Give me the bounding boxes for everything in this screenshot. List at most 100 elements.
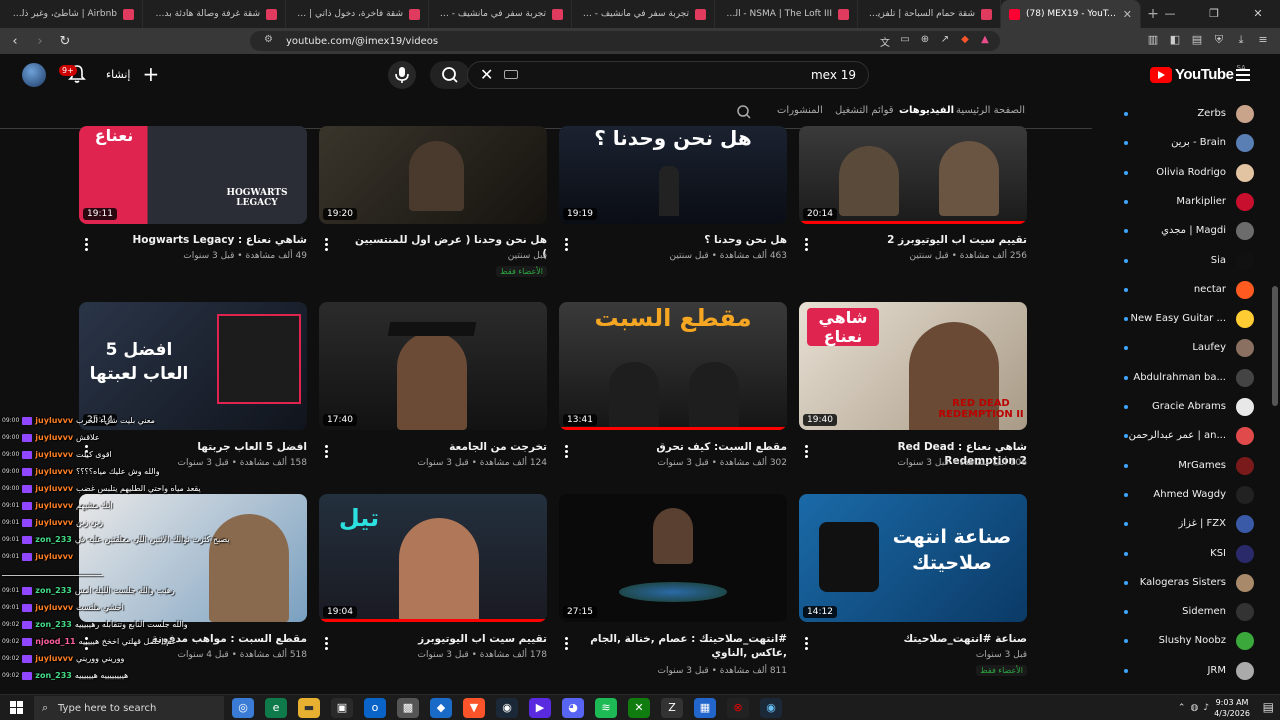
brave-shield-icon[interactable]: ◆ [958,34,972,48]
reload-icon[interactable]: ↻ [55,34,75,49]
video-thumbnail[interactable]: هل نحن وحدنا ؟ 19:19 [559,126,787,224]
app-icon[interactable]: ▩ [397,698,419,718]
network-icon[interactable]: ◍ [1190,703,1198,713]
url-field[interactable]: ⚙ youtube.com/@imex19/videos 文 ▭ ⊕ ↗ ◆ ▲ [250,31,1000,51]
rewards-icon[interactable]: ▲ [978,34,992,48]
subscription-item[interactable]: nectar [1100,276,1270,305]
browser-tab[interactable]: شقة غرفة وصالة هادئة بدخول ذاتي [143,0,286,28]
create-button[interactable]: إنشاء + [106,64,159,84]
more-actions-icon[interactable] [565,635,569,652]
back-icon[interactable]: ‹ [5,34,25,49]
youtube-logo[interactable]: YouTube SA [1150,64,1246,83]
outlook-icon[interactable]: o [364,698,386,718]
subscription-item[interactable]: Gracie Abrams [1100,393,1270,422]
maximize-icon[interactable]: ❐ [1192,0,1236,28]
brave-icon[interactable]: ▼ [463,698,485,718]
more-actions-icon[interactable] [85,236,89,253]
notification-center-icon[interactable]: ▤ [1263,700,1274,714]
file-explorer-icon[interactable]: ▬ [298,698,320,718]
video-title[interactable]: تقييم سيت اب اليوتيوبرز 2 [827,233,1027,247]
zoom-icon[interactable]: ⊕ [918,34,932,48]
keyboard-icon[interactable] [504,70,518,79]
subscription-item[interactable]: Zerbs [1100,100,1270,129]
browser-tab[interactable]: تجربة سفر في مانشيف - شقق... [572,0,715,28]
more-actions-icon[interactable] [805,443,809,460]
translate-icon[interactable]: 文 [878,34,892,49]
show-hidden-icons[interactable]: ⌃ [1178,703,1186,713]
video-title[interactable]: تقييم سيت اب اليوتيوبرز [347,632,547,646]
minimize-icon[interactable]: — [1148,0,1192,28]
video-card[interactable]: هل نحن وحدنا ؟ 19:19 هل نحن وحدنا ؟ 463 … [559,96,787,296]
subscription-item[interactable]: KSI [1100,540,1270,569]
video-thumbnail[interactable]: مقطع السبت 13:41 [559,302,787,430]
copilot-icon[interactable]: ◎ [232,698,254,718]
subscription-item[interactable]: MrGames [1100,452,1270,481]
video-thumbnail[interactable]: 19:20 [319,126,547,224]
taskbar-search-input[interactable]: ⌕ Type here to search [34,696,224,720]
browser-tab[interactable]: NSMA | The Loft III - الرياض و... [715,0,858,28]
account-avatar[interactable] [22,63,46,87]
video-card[interactable]: شاهي نعناع RED DEAD REDEMPTION II 19:40 … [799,302,1027,492]
steam-icon[interactable]: ◉ [760,698,782,718]
vpn-icon[interactable]: ⛨ [1212,33,1226,49]
site-info-icon[interactable]: ⚙ [264,34,278,48]
video-card[interactable]: 27:15 #انتهت_صلاحيتك : عصام ,خنالة ,الجا… [559,494,787,684]
xbox-icon[interactable]: ✕ [628,698,650,718]
voice-search-button[interactable] [388,61,416,89]
clear-search-icon[interactable]: ✕ [480,65,493,84]
capcut-icon[interactable]: ⊗ [727,698,749,718]
subscription-item[interactable]: Ahmed Wagdy [1100,481,1270,510]
subscription-item[interactable]: Laufey [1100,334,1270,363]
video-thumbnail[interactable]: صناعة انتهت صلاحيتك 14:12 [799,494,1027,622]
app-icon[interactable]: ◆ [430,698,452,718]
subscription-item[interactable]: Sidemen [1100,598,1270,627]
video-title[interactable]: #انتهت_صلاحيتك : عصام ,خنالة ,الجام ,عاك… [587,632,787,660]
forward-icon[interactable]: › [30,34,50,49]
search-input[interactable]: ✕ mex 19 [467,61,869,89]
download-icon[interactable]: ⤓ [1234,33,1248,49]
video-thumbnail[interactable]: 20:14 [799,126,1027,224]
more-actions-icon[interactable] [805,635,809,652]
video-card[interactable]: 17:40 تخرجت من الجامعة 124 ألف مشاهدة • … [319,302,547,492]
clock[interactable]: 9:03 AM 4/3/2026 [1214,697,1250,719]
video-card[interactable]: نعناع HOGWARTS LEGACY 19:11 شاهي نعناع :… [79,96,307,296]
menu-icon[interactable]: ≡ [1256,33,1270,49]
video-thumbnail[interactable]: افضل 5 العاب لعبتها 25:14 [79,302,307,430]
video-card[interactable]: 20:14 تقييم سيت اب اليوتيوبرز 2 256 ألف … [799,96,1027,296]
spotify-icon[interactable]: ≋ [595,698,617,718]
search-button[interactable] [430,61,470,89]
video-thumbnail[interactable]: شاهي نعناع RED DEAD REDEMPTION II 19:40 [799,302,1027,430]
discord-icon[interactable]: ◕ [562,698,584,718]
video-title[interactable]: هل نحن وحدنا ؟ [587,233,787,247]
subscription-item[interactable]: JRM [1100,657,1270,686]
subscription-item[interactable]: Kalogeras Sisters [1100,569,1270,598]
video-thumbnail[interactable]: 17:40 [319,302,547,430]
video-thumbnail[interactable]: تيل 19:04 [319,494,547,622]
steam-icon[interactable]: ◉ [496,698,518,718]
more-actions-icon[interactable] [565,443,569,460]
video-thumbnail[interactable]: 27:15 [559,494,787,622]
app-icon[interactable]: ▦ [694,698,716,718]
subscription-item[interactable]: غزاز | FZX [1100,510,1270,539]
browser-tab[interactable]: Airbnb | شاطئ، وغير ذلك الكثير [0,0,143,28]
guide-menu-icon[interactable] [1236,69,1250,81]
volume-icon[interactable]: ♪ [1203,703,1209,713]
video-title[interactable]: مقطع السبت: كيف تحرق [587,440,787,454]
share-icon[interactable]: ↗ [938,34,952,48]
scrollbar[interactable] [1272,96,1278,686]
subscription-item[interactable]: عمر عبدالرحمن | an... [1100,422,1270,451]
wallet-icon[interactable]: ▤ [1190,33,1204,49]
video-title[interactable]: صناعة #انتهت_صلاحيتك [827,632,1027,646]
video-card[interactable]: صناعة انتهت صلاحيتك 14:12 صناعة #انتهت_ص… [799,494,1027,684]
close-tab-icon[interactable]: ✕ [1123,8,1132,21]
video-card[interactable]: مقطع السبت 13:41 مقطع السبت: كيف تحرق 30… [559,302,787,492]
video-card[interactable]: تيل 19:04 تقييم سيت اب اليوتيوبرز 178 أل… [319,494,547,684]
more-actions-icon[interactable] [325,236,329,253]
video-card[interactable]: 19:20 هل نحن وحدنا ( عرض اول للمنتسبين )… [319,96,547,296]
subscription-item[interactable]: Markiplier [1100,188,1270,217]
browser-tab[interactable]: شقة حمام السباحة | تلفزيون ذكي... [858,0,1001,28]
close-window-icon[interactable]: ✕ [1236,0,1280,28]
browser-tab[interactable]: شقة فاخرة، دخول ذاتي | F5 - ش... [286,0,429,28]
sidebar-toggle-icon[interactable]: ▥ [1146,33,1160,49]
subscription-item[interactable]: مجدي | Magdi [1100,217,1270,246]
